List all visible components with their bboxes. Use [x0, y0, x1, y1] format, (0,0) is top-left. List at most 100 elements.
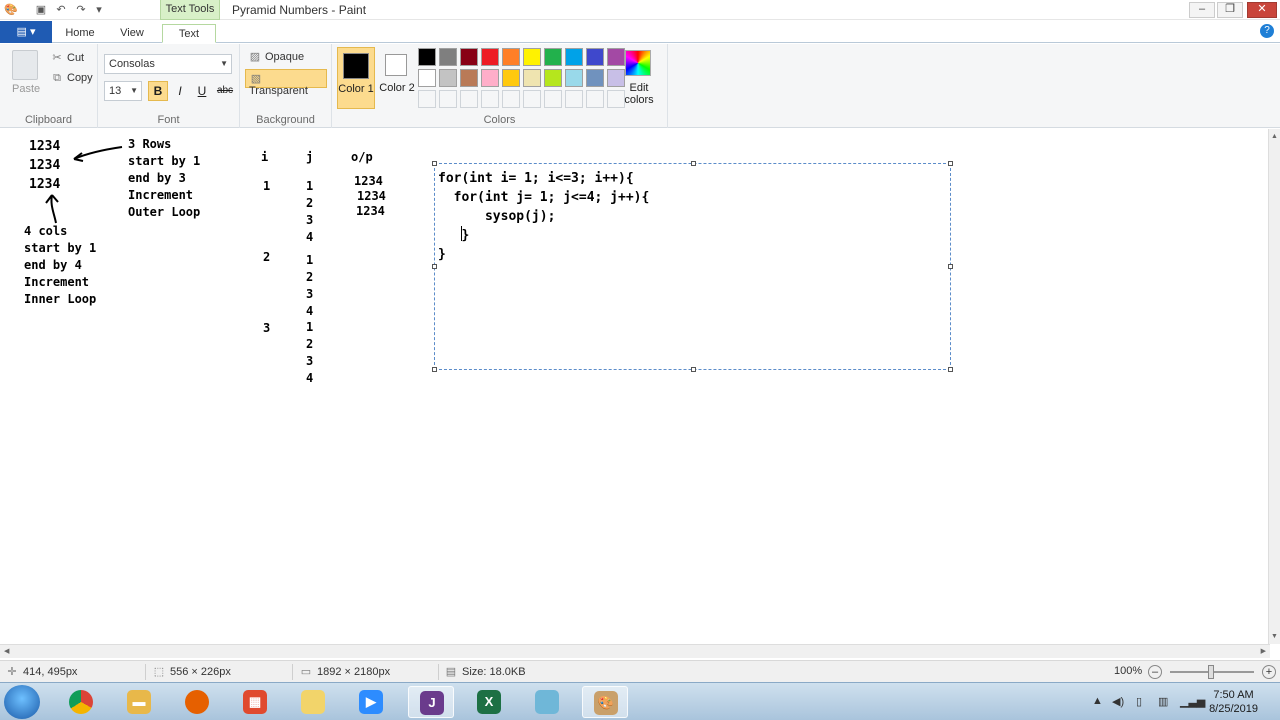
underline-button[interactable]: U — [192, 81, 212, 101]
paint-app-icon[interactable]: 🎨 — [4, 3, 18, 17]
palette-swatch[interactable] — [544, 69, 562, 87]
palette-swatch[interactable] — [523, 69, 541, 87]
resize-handle[interactable] — [691, 367, 696, 372]
tab-text[interactable]: Text — [162, 24, 216, 43]
color2-button[interactable]: Color 2 — [379, 47, 415, 109]
palette-swatch[interactable] — [502, 48, 520, 66]
zoom-slider-thumb[interactable] — [1208, 665, 1214, 679]
tab-home[interactable]: Home — [60, 24, 100, 43]
palette-swatch[interactable] — [607, 48, 625, 66]
resize-handle[interactable] — [432, 264, 437, 269]
italic-button[interactable]: I — [170, 81, 190, 101]
explorer-taskbar-button[interactable]: ▬ — [116, 686, 162, 718]
cut-button[interactable]: ✂ Cut — [50, 51, 84, 64]
font-family-select[interactable]: Consolas ▼ — [104, 54, 232, 74]
paint-taskbar-button[interactable]: 🎨 — [582, 686, 628, 718]
drawing-canvas[interactable]: 1234 1234 1234 3 Rows start by 1 end by 3 … — [0, 129, 1270, 644]
close-button[interactable]: ✕ — [1247, 2, 1277, 18]
resize-handle[interactable] — [691, 161, 696, 166]
zoom-taskbar-button[interactable]: ▶ — [348, 686, 394, 718]
help-icon[interactable]: ? — [1260, 24, 1274, 38]
custom-color-slot[interactable] — [481, 90, 499, 108]
bold-button[interactable]: B — [148, 81, 168, 101]
chrome-taskbar-button[interactable] — [58, 686, 104, 718]
custom-color-slot[interactable] — [502, 90, 520, 108]
resize-handle[interactable] — [948, 367, 953, 372]
clock[interactable]: 7:50 AM 8/25/2019 — [1209, 688, 1258, 716]
palette-swatch[interactable] — [460, 48, 478, 66]
apps-taskbar-button[interactable]: ▦ — [232, 686, 278, 718]
scroll-right-icon[interactable]: ▶ — [1261, 647, 1266, 655]
palette-swatch[interactable] — [418, 69, 436, 87]
scroll-left-icon[interactable]: ◀ — [4, 647, 9, 655]
app-taskbar-button[interactable] — [524, 686, 570, 718]
palette-swatch[interactable] — [481, 69, 499, 87]
resize-handle[interactable] — [948, 264, 953, 269]
minimize-button[interactable]: – — [1189, 2, 1215, 18]
battery-icon[interactable]: ▯ — [1136, 695, 1142, 708]
custom-color-slot[interactable] — [544, 90, 562, 108]
zoom-out-button[interactable]: – — [1148, 665, 1162, 679]
resize-handle[interactable] — [948, 161, 953, 166]
palette-swatch[interactable] — [439, 69, 457, 87]
tab-view[interactable]: View — [110, 24, 154, 43]
firefox-taskbar-button[interactable] — [174, 686, 220, 718]
edit-colors-button[interactable]: Edit colors — [618, 82, 660, 106]
palette-swatch[interactable] — [523, 48, 541, 66]
custom-color-slot[interactable] — [439, 90, 457, 108]
text-box[interactable]: for(int i= 1; i<=3; i++){ for(int j= 1; … — [432, 161, 953, 372]
palette-swatch[interactable] — [502, 69, 520, 87]
copy-button[interactable]: ⧉ Copy — [50, 72, 93, 85]
font-size-select[interactable]: 13 ▼ — [104, 81, 142, 101]
custom-color-slot[interactable] — [523, 90, 541, 108]
palette-swatch[interactable] — [439, 48, 457, 66]
code-text[interactable]: for(int i= 1; i<=3; i++){ for(int j= 1; … — [438, 169, 649, 264]
undo-icon[interactable]: ↶ — [54, 3, 68, 17]
network-icon[interactable]: ▥ — [1158, 695, 1168, 708]
vertical-scrollbar[interactable]: ▲ ▼ — [1268, 129, 1280, 644]
background-group-label: Background — [256, 114, 315, 126]
start-button[interactable] — [4, 685, 40, 719]
horizontal-scrollbar[interactable]: ◀ ▶ — [0, 644, 1270, 658]
palette-swatch[interactable] — [565, 48, 583, 66]
resize-handle[interactable] — [432, 161, 437, 166]
transparent-button[interactable]: ▧Transparent — [245, 69, 327, 97]
j-value: 1 — [306, 320, 314, 334]
java-ide-taskbar-button[interactable]: J — [408, 686, 454, 718]
save-icon[interactable]: ▣ — [34, 3, 48, 17]
palette-swatch[interactable] — [586, 48, 604, 66]
palette-swatch[interactable] — [586, 69, 604, 87]
excel-taskbar-button[interactable]: X — [466, 686, 512, 718]
redo-icon[interactable]: ↷ — [74, 3, 88, 17]
strikethrough-button[interactable]: abc — [214, 81, 236, 101]
folder-taskbar-button[interactable] — [290, 686, 336, 718]
speaker-icon[interactable]: ◀) — [1112, 695, 1124, 708]
scroll-up-icon[interactable]: ▲ — [1271, 133, 1278, 140]
maximize-button[interactable]: ❐ — [1217, 2, 1243, 18]
scroll-down-icon[interactable]: ▼ — [1271, 633, 1278, 640]
signal-icon[interactable]: ▁▃▅ — [1180, 695, 1205, 708]
i-column-header: i — [261, 150, 269, 164]
color1-button[interactable]: Color 1 — [337, 47, 375, 109]
palette-swatch[interactable] — [418, 48, 436, 66]
custom-color-slot[interactable] — [586, 90, 604, 108]
customize-qat-icon[interactable]: ▾ — [92, 3, 106, 17]
resize-handle[interactable] — [432, 367, 437, 372]
custom-color-slot[interactable] — [460, 90, 478, 108]
custom-color-slot[interactable] — [418, 90, 436, 108]
palette-swatch[interactable] — [481, 48, 499, 66]
opaque-button[interactable]: ▨ Opaque — [248, 50, 304, 63]
zoom-in-button[interactable]: + — [1262, 665, 1276, 679]
window-title: Pyramid Numbers - Paint — [232, 3, 367, 17]
disk-icon: ▤ — [445, 666, 457, 678]
zoom-app-icon: ▶ — [359, 690, 383, 714]
paste-button[interactable]: Paste — [12, 83, 40, 95]
edit-colors-icon[interactable] — [625, 50, 651, 76]
palette-swatch[interactable] — [460, 69, 478, 87]
palette-swatch[interactable] — [565, 69, 583, 87]
palette-swatch[interactable] — [544, 48, 562, 66]
file-menu-button[interactable]: ▤ ▾ — [0, 21, 52, 43]
paste-icon[interactable] — [12, 50, 38, 80]
show-hidden-icons[interactable]: ▲ — [1092, 695, 1103, 707]
custom-color-slot[interactable] — [565, 90, 583, 108]
